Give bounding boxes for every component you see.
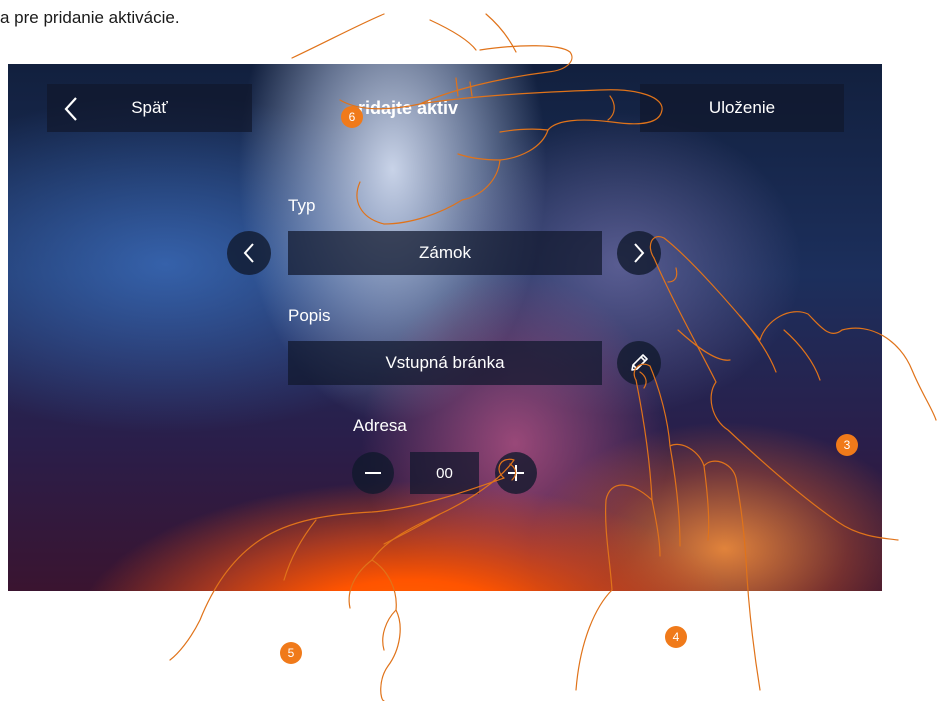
instruction-caption: a pre pridanie aktivácie. xyxy=(0,8,180,27)
address-value: 00 xyxy=(410,452,479,494)
description-field[interactable]: Vstupná bránka xyxy=(288,341,602,385)
back-button[interactable]: Späť xyxy=(47,84,252,132)
type-field[interactable]: Zámok xyxy=(288,231,602,275)
minus-icon xyxy=(365,472,381,474)
pencil-icon xyxy=(631,354,648,371)
save-button[interactable]: Uloženie xyxy=(640,84,844,132)
chevron-right-icon xyxy=(634,243,645,263)
step-marker-3: 3 xyxy=(836,434,858,456)
type-value: Zámok xyxy=(419,243,471,262)
type-prev-button[interactable] xyxy=(227,231,271,275)
step-marker-5: 5 xyxy=(280,642,302,664)
type-next-button[interactable] xyxy=(617,231,661,275)
back-button-label: Späť xyxy=(131,98,168,117)
address-label: Adresa xyxy=(353,416,407,435)
chevron-left-icon xyxy=(64,97,77,121)
description-value: Vstupná bránka xyxy=(385,353,505,372)
description-label: Popis xyxy=(288,306,331,325)
save-button-label: Uloženie xyxy=(708,98,776,117)
step-marker-6: 6 xyxy=(341,106,363,128)
type-label: Typ xyxy=(288,196,316,215)
chevron-left-icon xyxy=(243,243,254,263)
address-increment-button[interactable] xyxy=(495,452,537,494)
step-marker-4: 4 xyxy=(665,626,687,648)
device-screen: Späť ridajte aktiv Uloženie Typ Zámok Po… xyxy=(8,64,882,591)
address-decrement-button[interactable] xyxy=(352,452,394,494)
plus-icon xyxy=(508,465,524,481)
page-title: ridajte aktiv xyxy=(358,98,459,118)
edit-description-button[interactable] xyxy=(617,341,661,385)
